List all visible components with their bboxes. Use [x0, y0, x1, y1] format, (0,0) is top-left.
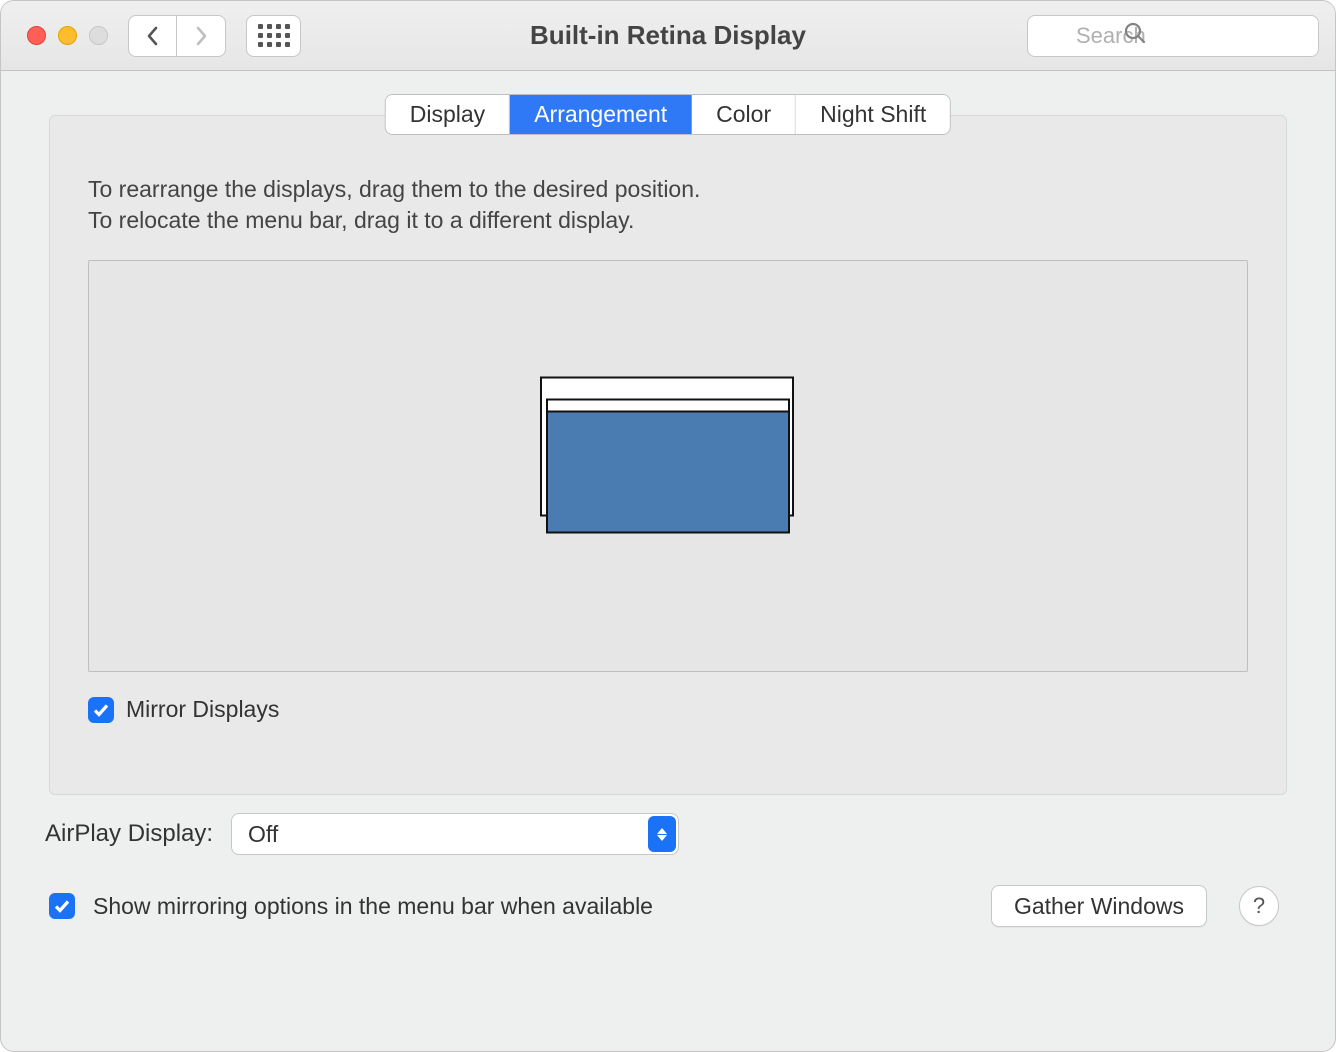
chevron-left-icon	[147, 26, 159, 46]
airplay-select-value: Off	[231, 813, 679, 855]
tab-night-shift[interactable]: Night Shift	[796, 95, 950, 134]
search-input[interactable]	[1027, 15, 1319, 57]
footer: AirPlay Display: Off Show mirroring opti…	[49, 813, 1287, 927]
tab-display[interactable]: Display	[386, 95, 510, 134]
chevron-right-icon	[195, 26, 207, 46]
window-controls	[27, 26, 108, 45]
check-icon	[92, 701, 110, 719]
close-window-button[interactable]	[27, 26, 46, 45]
titlebar: Built-in Retina Display	[1, 1, 1335, 71]
airplay-select[interactable]: Off	[231, 813, 679, 855]
zoom-window-button	[89, 26, 108, 45]
arrangement-panel: DisplayArrangementColorNight Shift To re…	[49, 115, 1287, 795]
preferences-window: Built-in Retina Display DisplayArrangeme…	[0, 0, 1336, 1052]
settings-tabs: DisplayArrangementColorNight Shift	[385, 94, 951, 135]
show-mirror-menu-checkbox[interactable]	[49, 893, 75, 919]
display-screen	[548, 413, 788, 532]
instructions: To rearrange the displays, drag them to …	[50, 116, 1286, 246]
instruction-line-1: To rearrange the displays, drag them to …	[88, 174, 1248, 205]
nav-buttons	[128, 15, 226, 57]
check-icon	[53, 897, 71, 915]
show-mirror-menu-label: Show mirroring options in the menu bar w…	[93, 893, 653, 920]
display-stack	[546, 399, 790, 534]
select-stepper-icon	[648, 816, 676, 852]
airplay-label: AirPlay Display:	[45, 820, 213, 848]
show-all-prefs-button[interactable]	[246, 15, 301, 57]
primary-display-icon[interactable]	[546, 399, 790, 534]
grid-icon	[258, 24, 290, 47]
display-arrangement-area[interactable]	[88, 260, 1248, 672]
search-wrap	[1027, 15, 1319, 57]
back-button[interactable]	[128, 15, 177, 57]
tab-arrangement[interactable]: Arrangement	[510, 95, 692, 134]
search-icon	[1124, 22, 1146, 50]
instruction-line-2: To relocate the menu bar, drag it to a d…	[88, 205, 1248, 236]
bottom-row: Show mirroring options in the menu bar w…	[49, 885, 1279, 927]
forward-button[interactable]	[177, 15, 226, 57]
gather-windows-button[interactable]: Gather Windows	[991, 885, 1207, 927]
airplay-row: AirPlay Display: Off	[49, 813, 1279, 855]
mirror-row: Mirror Displays	[50, 672, 1286, 783]
content: DisplayArrangementColorNight Shift To re…	[1, 71, 1335, 1051]
help-button[interactable]: ?	[1239, 886, 1279, 926]
tab-color[interactable]: Color	[692, 95, 796, 134]
minimize-window-button[interactable]	[58, 26, 77, 45]
mirror-displays-label: Mirror Displays	[126, 696, 279, 723]
menubar-strip[interactable]	[548, 401, 788, 413]
mirror-displays-checkbox[interactable]	[88, 697, 114, 723]
